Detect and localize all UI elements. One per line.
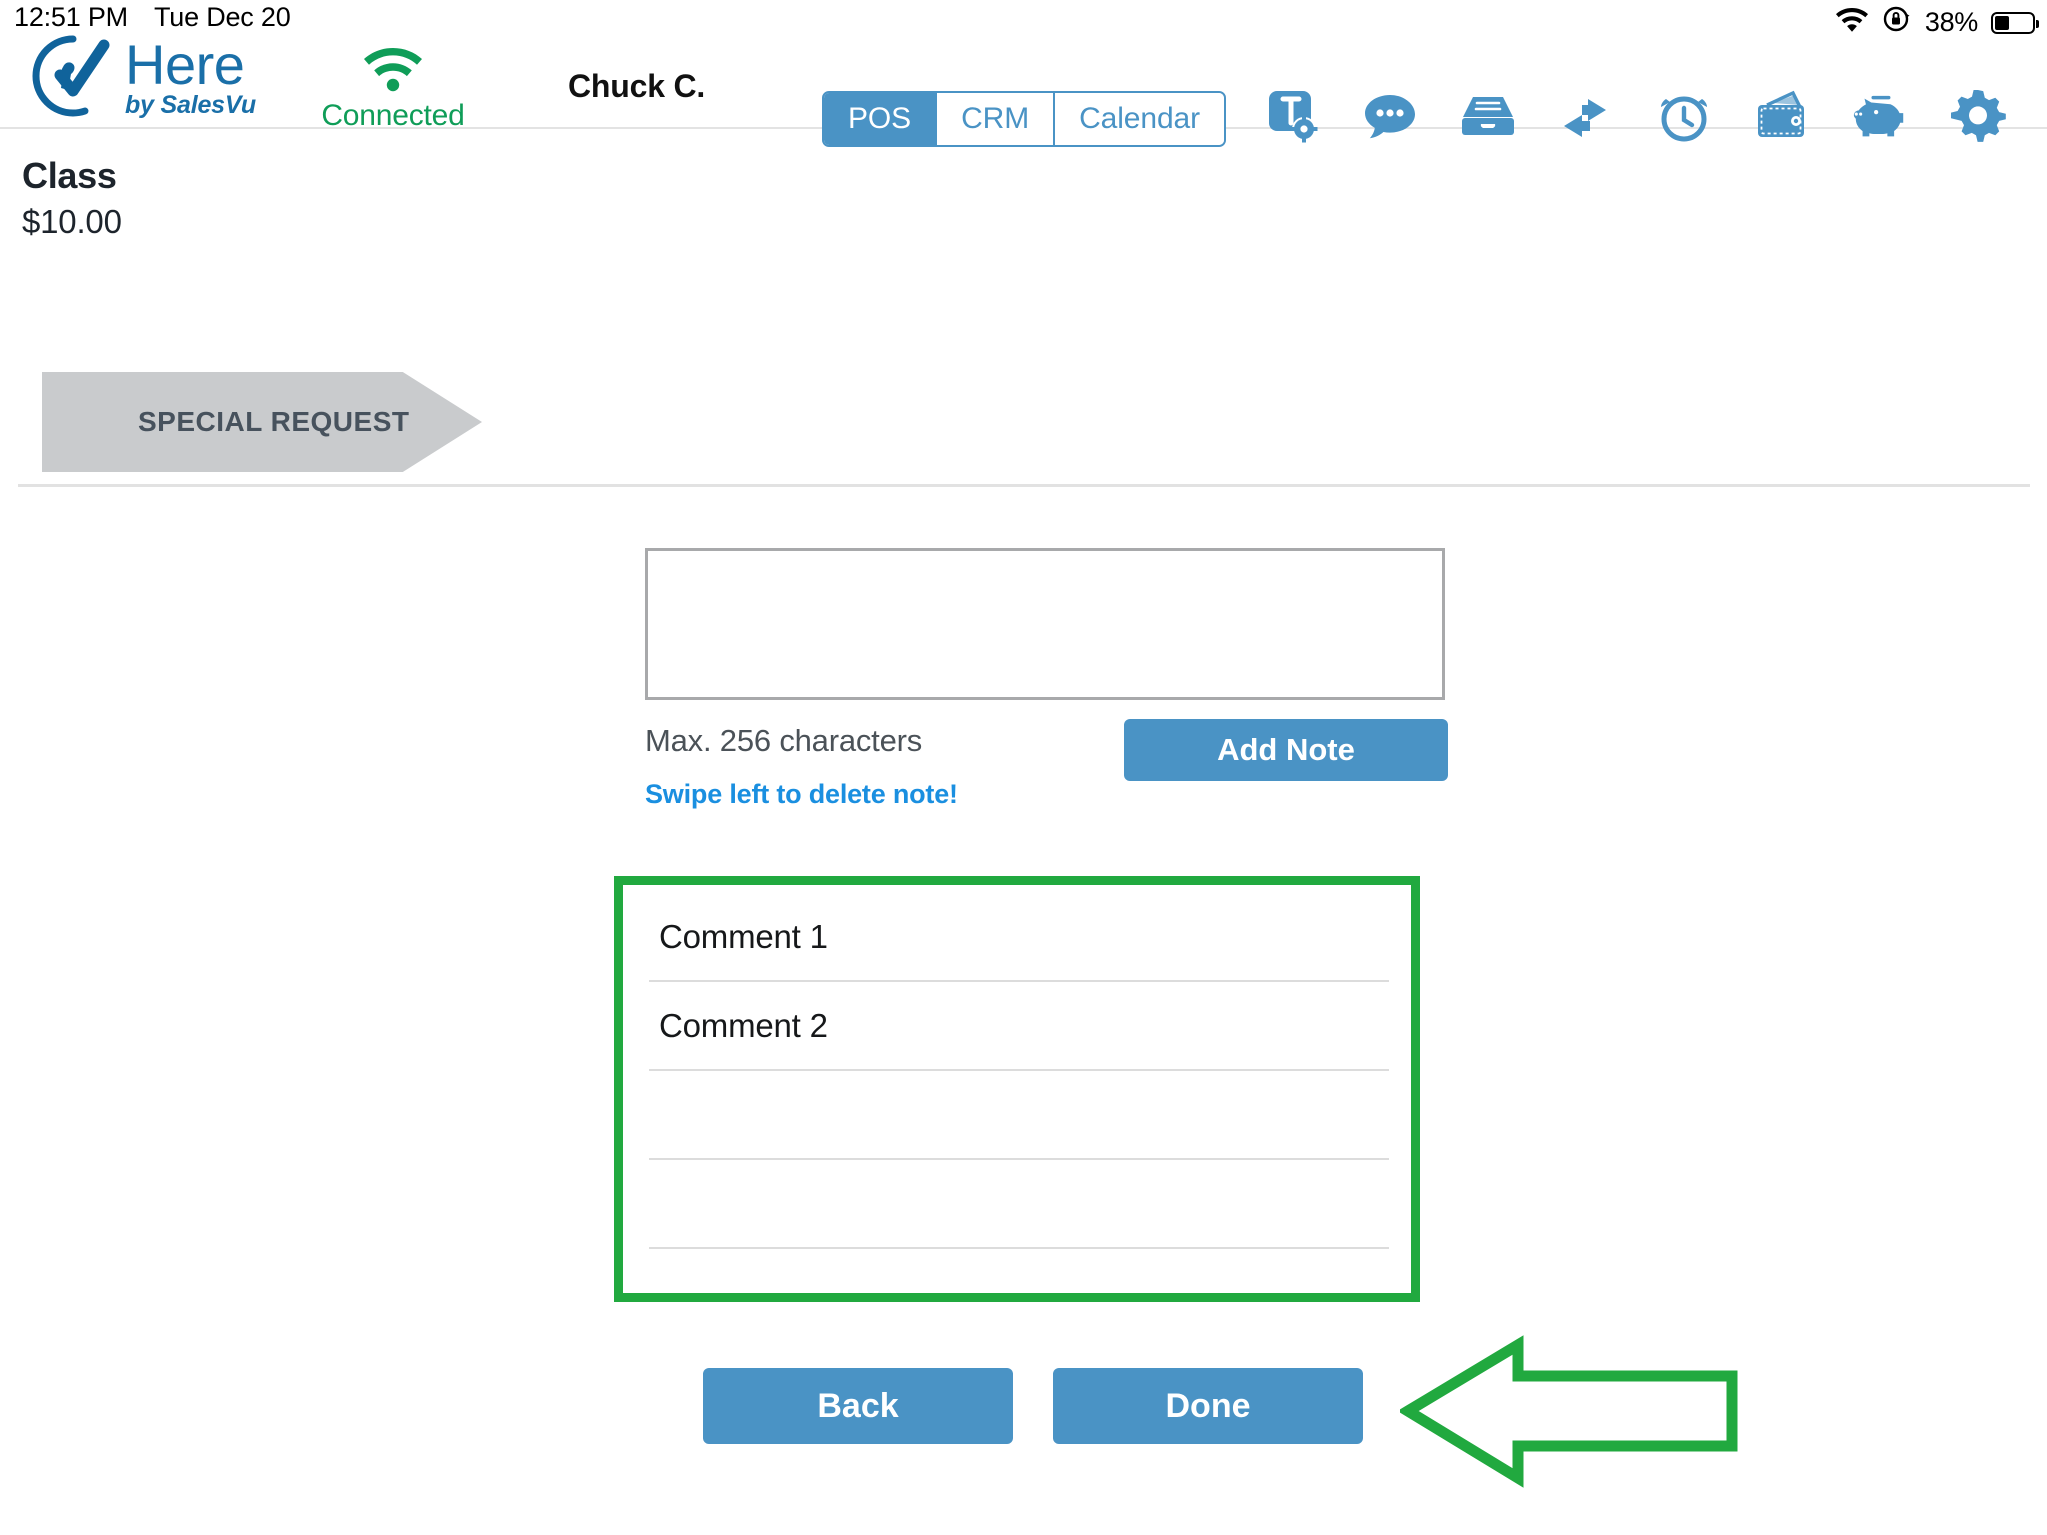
- page-title: Class: [22, 155, 117, 196]
- here-checkmark-logo-icon: [30, 33, 116, 119]
- comment-text: Comment 2: [659, 1006, 828, 1044]
- tab-pos[interactable]: POS: [824, 93, 938, 145]
- list-item[interactable]: Comment 2: [649, 982, 1389, 1071]
- app-header: Here by SalesVu Connected Chuck C. POS C…: [0, 35, 2047, 147]
- note-input[interactable]: [645, 548, 1445, 700]
- wifi-icon: [1835, 6, 1869, 39]
- connection-status: Connected: [318, 44, 468, 133]
- piggy-bank-icon[interactable]: [1850, 86, 1910, 146]
- wallet-cash-icon[interactable]: [1752, 86, 1812, 146]
- section-divider: [18, 484, 2030, 487]
- app-logo[interactable]: Here by SalesVu: [30, 33, 256, 119]
- status-bar-left: 12:51 PM Tue Dec 20: [14, 2, 291, 33]
- tab-calendar[interactable]: Calendar: [1055, 93, 1225, 145]
- tab-crm[interactable]: CRM: [937, 93, 1056, 145]
- header-icon-toolbar: [1262, 86, 2047, 146]
- chat-bubble-icon[interactable]: [1360, 86, 1420, 146]
- special-request-banner: SPECIAL REQUEST: [42, 372, 482, 472]
- list-item[interactable]: Comment 1: [649, 893, 1389, 982]
- swipe-delete-hint: Swipe left to delete note!: [645, 779, 958, 809]
- comment-text: Comment 1: [659, 917, 828, 955]
- list-item[interactable]: [649, 1160, 1389, 1249]
- ios-status-bar: 12:51 PM Tue Dec 20 38%: [0, 0, 2047, 38]
- rotation-lock-icon: [1882, 4, 1912, 41]
- battery-icon: [1991, 11, 2039, 34]
- ticket-settings-icon[interactable]: [1262, 86, 1322, 146]
- battery-percent: 38%: [1924, 7, 1978, 37]
- list-item[interactable]: [649, 1071, 1389, 1160]
- list-item[interactable]: [649, 1249, 1389, 1338]
- exchange-arrows-icon[interactable]: [1556, 86, 1616, 146]
- logo-name: Here: [125, 32, 245, 96]
- current-user-name[interactable]: Chuck C.: [568, 68, 705, 105]
- back-button[interactable]: Back: [703, 1368, 1013, 1444]
- product-price: $10.00: [22, 203, 122, 240]
- max-characters-label: Max. 256 characters: [645, 723, 923, 758]
- status-time: 12:51 PM: [14, 2, 128, 32]
- logo-wordmark: Here by SalesVu: [125, 34, 256, 118]
- banner-label: SPECIAL REQUEST: [138, 406, 410, 437]
- gear-icon[interactable]: [1948, 86, 2008, 146]
- logo-tagline: by SalesVu: [125, 91, 256, 120]
- done-button[interactable]: Done: [1053, 1368, 1363, 1444]
- connection-label: Connected: [321, 99, 465, 132]
- left-arrow-annotation-icon: [1400, 1335, 1738, 1488]
- mode-tab-group: POS CRM Calendar: [822, 91, 1227, 147]
- wifi-signal-icon: [362, 48, 424, 96]
- status-date: Tue Dec 20: [153, 2, 291, 32]
- alarm-clock-icon[interactable]: [1654, 86, 1714, 146]
- file-drawer-icon[interactable]: [1458, 86, 1518, 146]
- comment-list: Comment 1 Comment 2: [649, 893, 1389, 1338]
- status-bar-right: 38%: [1835, 4, 2039, 41]
- add-note-button[interactable]: Add Note: [1124, 719, 1448, 781]
- comment-list-highlight: Comment 1 Comment 2: [614, 876, 1420, 1302]
